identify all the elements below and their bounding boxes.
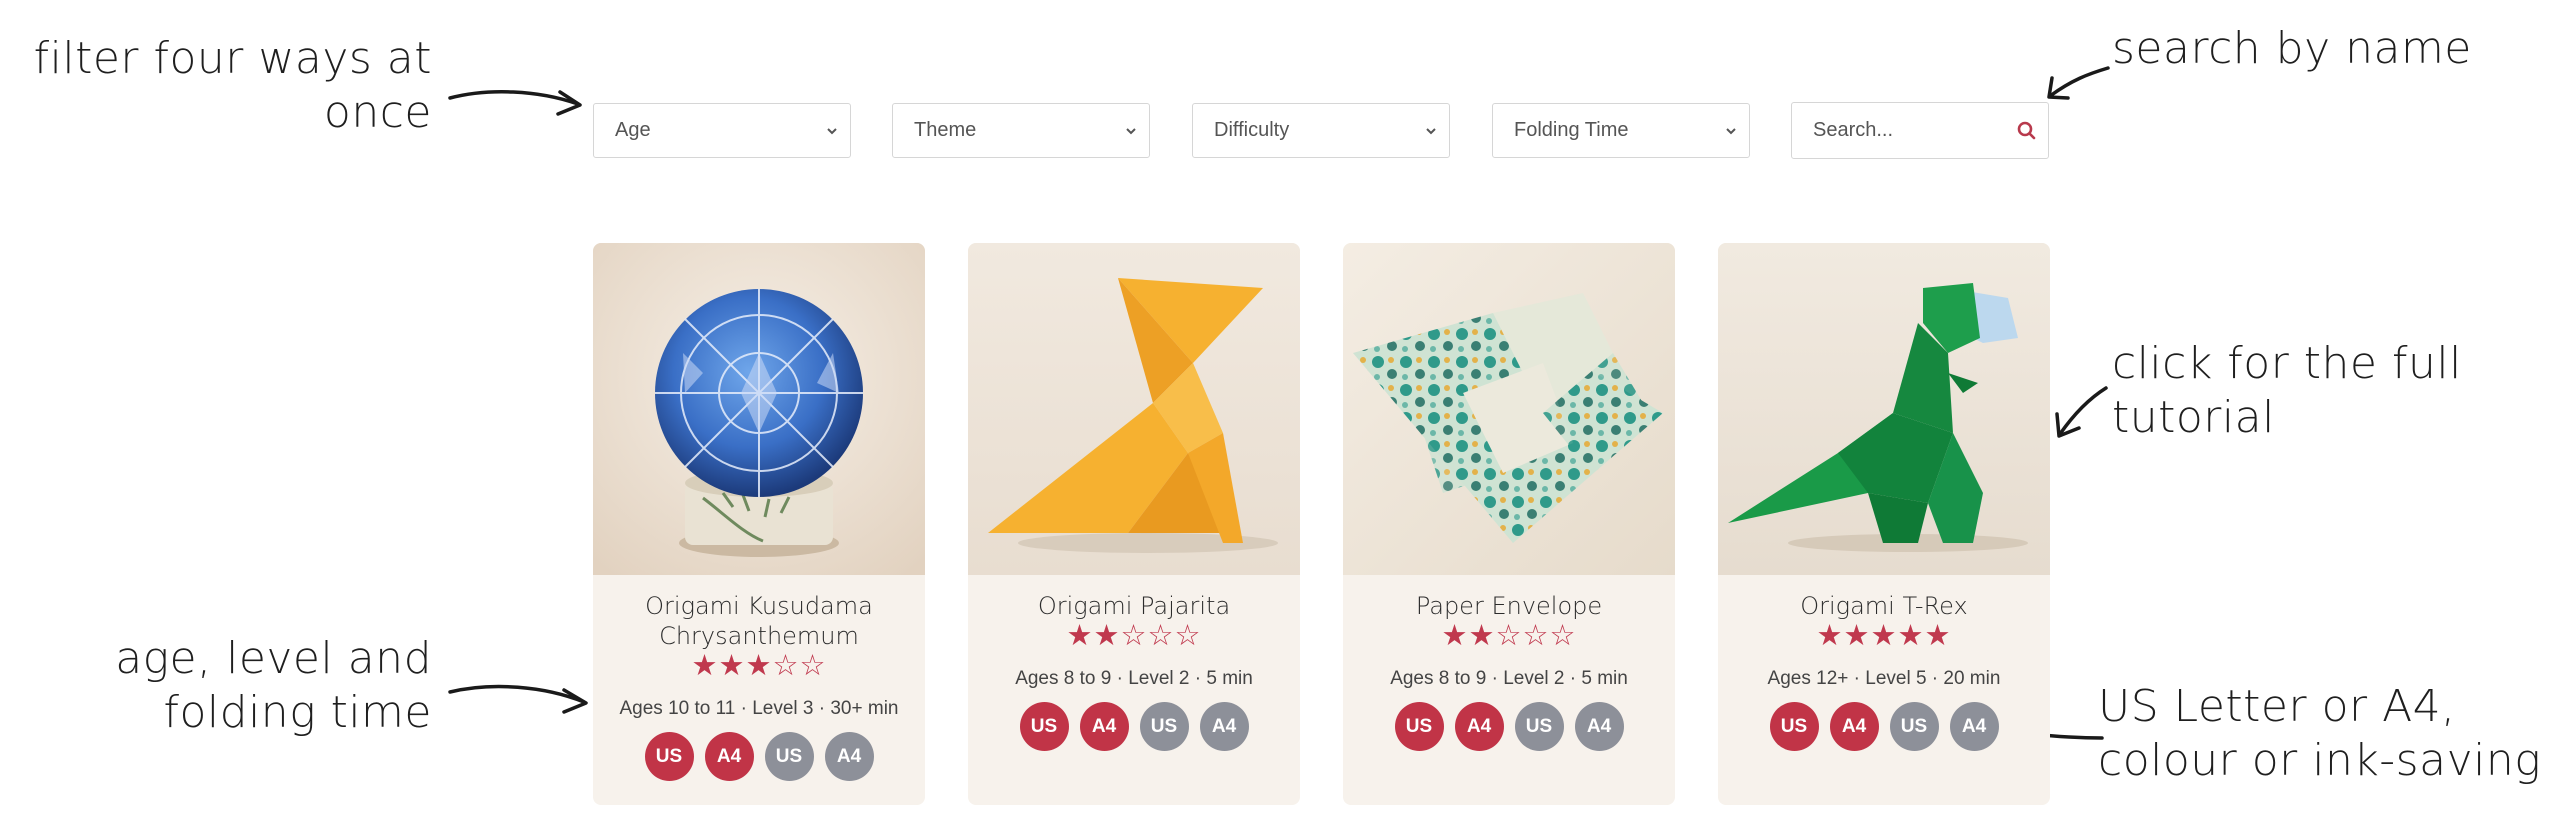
- arrow-icon: [448, 90, 582, 116]
- age-filter-select[interactable]: Age: [593, 103, 851, 158]
- paper-badges: US A4 US A4: [1718, 702, 2050, 751]
- tutorial-card[interactable]: Paper Envelope ★★☆☆☆ Ages 8 to 9 · Level…: [1343, 243, 1675, 805]
- search-input[interactable]: Search...: [1791, 102, 2049, 159]
- a4-colour-download-button[interactable]: A4: [1829, 702, 1879, 751]
- filter-label: Age: [615, 119, 651, 141]
- a4-ink-saving-download-button[interactable]: A4: [1949, 702, 1999, 751]
- folding-time-filter-select[interactable]: Folding Time: [1492, 103, 1750, 158]
- kusudama-image: [593, 243, 925, 575]
- us-ink-saving-download-button[interactable]: US: [1889, 702, 1939, 751]
- card-title: Origami Kusudama Chrysanthemum: [645, 592, 873, 650]
- paper-badges: US A4 US A4: [968, 702, 1300, 751]
- difficulty-filter-select[interactable]: Difficulty: [1192, 103, 1450, 158]
- card-title: Paper Envelope: [1415, 592, 1603, 620]
- card-meta: Ages 12+ · Level 5 · 20 min: [1767, 668, 2001, 689]
- tutorial-card[interactable]: Origami T-Rex ★★★★★ Ages 12+ · Level 5 ·…: [1718, 243, 2050, 805]
- search-icon[interactable]: [2016, 120, 2038, 142]
- rating-stars: ★★☆☆☆: [1066, 620, 1202, 652]
- us-colour-download-button[interactable]: US: [1394, 702, 1444, 751]
- a4-ink-saving-download-button[interactable]: A4: [1199, 702, 1249, 751]
- annotation-meta: age, level and folding time: [115, 633, 432, 738]
- us-colour-download-button[interactable]: US: [1769, 702, 1819, 751]
- pajarita-image: [968, 243, 1300, 575]
- annotation-search: search by name: [2112, 23, 2472, 74]
- us-colour-download-button[interactable]: US: [644, 732, 694, 781]
- chevron-down-icon: [1726, 127, 1736, 134]
- filter-label: Theme: [914, 119, 977, 141]
- us-ink-saving-download-button[interactable]: US: [1139, 702, 1189, 751]
- a4-colour-download-button[interactable]: A4: [704, 732, 754, 781]
- filter-label: Difficulty: [1214, 119, 1290, 141]
- chevron-down-icon: [1426, 127, 1436, 134]
- a4-colour-download-button[interactable]: A4: [1079, 702, 1129, 751]
- annotation-click: click for the full tutorial: [2112, 338, 2462, 443]
- tutorial-card[interactable]: Origami Pajarita ★★☆☆☆ Ages 8 to 9 · Lev…: [968, 243, 1300, 805]
- search-placeholder: Search...: [1813, 119, 1894, 141]
- us-colour-download-button[interactable]: US: [1019, 702, 1069, 751]
- chevron-down-icon: [827, 127, 837, 134]
- us-ink-saving-download-button[interactable]: US: [1514, 702, 1564, 751]
- card-title: Origami Pajarita: [1037, 592, 1231, 620]
- arrow-icon: [448, 684, 588, 714]
- paper-badges: US A4 US A4: [1343, 702, 1675, 751]
- tutorial-card[interactable]: Origami Kusudama Chrysanthemum ★★★☆☆ Age…: [593, 243, 925, 805]
- paper-badges: US A4 US A4: [593, 732, 925, 781]
- a4-ink-saving-download-button[interactable]: A4: [1574, 702, 1624, 751]
- rating-stars: ★★★★★: [1816, 620, 1952, 652]
- trex-image: [1718, 243, 2050, 575]
- chevron-down-icon: [1126, 127, 1136, 134]
- annotation-filter: filter four ways at once: [33, 33, 432, 138]
- card-meta: Ages 8 to 9 · Level 2 · 5 min: [1015, 668, 1253, 689]
- card-meta: Ages 8 to 9 · Level 2 · 5 min: [1390, 668, 1628, 689]
- rating-stars: ★★★☆☆: [691, 650, 827, 682]
- filter-label: Folding Time: [1514, 119, 1629, 141]
- card-title: Origami T-Rex: [1800, 592, 1968, 620]
- card-meta: Ages 10 to 11 · Level 3 · 30+ min: [619, 698, 899, 719]
- arrow-icon: [2047, 66, 2110, 100]
- rating-stars: ★★☆☆☆: [1441, 620, 1577, 652]
- annotation-paper: US Letter or A4, colour or ink-saving: [2098, 681, 2542, 786]
- a4-ink-saving-download-button[interactable]: A4: [824, 732, 874, 781]
- a4-colour-download-button[interactable]: A4: [1454, 702, 1504, 751]
- theme-filter-select[interactable]: Theme: [892, 103, 1150, 158]
- envelope-image: [1343, 243, 1675, 575]
- us-ink-saving-download-button[interactable]: US: [764, 732, 814, 781]
- arrow-icon: [2055, 386, 2108, 438]
